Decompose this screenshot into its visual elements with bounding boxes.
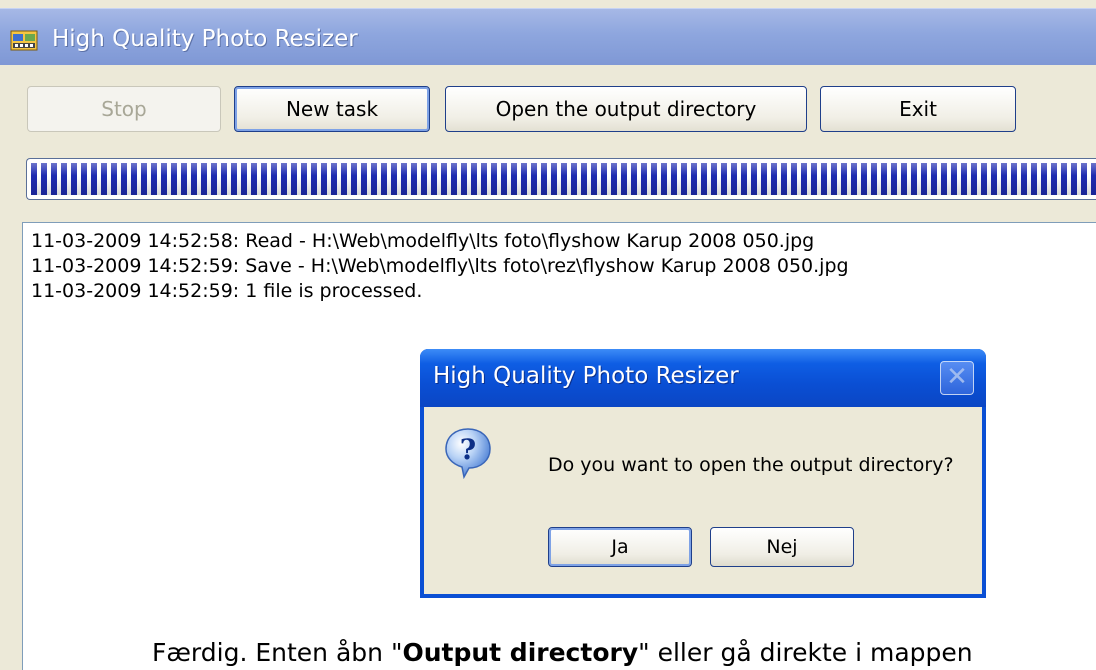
svg-text:?: ?: [460, 433, 476, 466]
log-line-summary: 11-03-2009 14:52:59: 1 file is processed…: [31, 280, 423, 302]
question-icon: ?: [445, 428, 491, 479]
new-task-button[interactable]: New task: [234, 86, 430, 132]
window-titlebar[interactable]: High Quality Photo Resizer: [0, 8, 1096, 65]
log-line-read: 11-03-2009 14:52:58: Read - H:\Web\model…: [31, 230, 815, 252]
window-title: High Quality Photo Resizer: [52, 26, 358, 52]
exit-button[interactable]: Exit: [820, 86, 1016, 132]
close-icon: ✕: [946, 362, 968, 392]
stop-button[interactable]: Stop: [27, 86, 221, 132]
app-icon: [10, 30, 38, 51]
progress-bar: [26, 158, 1096, 200]
dialog-body: ? Do you want to open the output directo…: [424, 407, 982, 594]
caption-before: Færdig. Enten åbn ": [152, 638, 403, 667]
caption-after: " eller gå direkte i mappen: [638, 638, 973, 667]
no-button[interactable]: Nej: [710, 527, 854, 567]
dialog-titlebar[interactable]: High Quality Photo Resizer ✕: [420, 349, 986, 407]
caption-text: Færdig. Enten åbn "Output directory" ell…: [152, 638, 973, 667]
dialog-title: High Quality Photo Resizer: [433, 363, 739, 389]
progress-fill: [31, 163, 1096, 195]
caption-bold: Output directory: [402, 638, 639, 667]
dialog-message: Do you want to open the output directory…: [548, 454, 954, 476]
yes-button[interactable]: Ja: [548, 527, 692, 567]
dialog-close-button[interactable]: ✕: [940, 361, 974, 395]
log-line-save: 11-03-2009 14:52:59: Save - H:\Web\model…: [31, 255, 849, 277]
open-output-directory-button[interactable]: Open the output directory: [445, 86, 807, 132]
confirm-dialog: High Quality Photo Resizer ✕ ? Do you wa…: [420, 349, 986, 598]
